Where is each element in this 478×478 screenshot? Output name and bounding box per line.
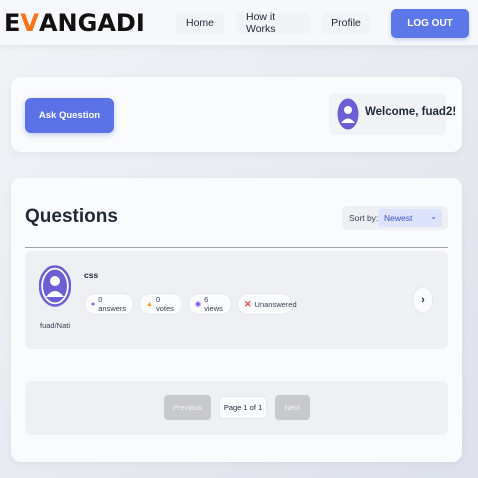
question-subject[interactable]: css (84, 270, 98, 280)
evangadi-logo[interactable]: E V ANGADI (4, 8, 145, 38)
previous-page-button[interactable]: Previous (164, 395, 211, 420)
eye-icon: ◉ (195, 301, 202, 308)
status-badge: ✕ Unanswered (237, 293, 297, 315)
logout-button[interactable]: LOG OUT (391, 9, 469, 38)
action-card: Ask Question Welcome, fuad2! (11, 77, 462, 152)
views-count: 6 views (204, 295, 223, 313)
page-indicator: Page 1 of 1 (219, 396, 267, 419)
ask-question-button[interactable]: Ask Question (25, 98, 114, 133)
next-page-button[interactable]: Next (275, 395, 310, 420)
divider (25, 247, 448, 248)
welcome-text: Welcome, fuad2! (365, 106, 457, 118)
open-question-button[interactable]: › (413, 287, 433, 313)
question-username: fuad/Nati (39, 321, 71, 330)
sort-label: Sort by: (349, 213, 379, 223)
chevron-right-icon: › (421, 294, 425, 306)
logo-prefix: E (4, 9, 21, 37)
chevron-down-icon: ⌄ (430, 212, 437, 221)
question-item[interactable]: fuad/Nati css ● 0 answers ▲ 0 votes ◉ 6 … (25, 251, 448, 349)
answers-count: 0 answers (98, 295, 127, 313)
user-avatar-icon (337, 98, 359, 130)
pagination: Previous Page 1 of 1 Next (25, 381, 448, 435)
questions-card: Questions Sort by: Newest ⌄ fuad/Nati cs… (11, 178, 462, 462)
welcome-box: Welcome, fuad2! (329, 93, 456, 135)
sort-control: Sort by: Newest ⌄ (342, 206, 448, 230)
thumbs-up-icon: ▲ (146, 300, 153, 308)
nav-home-link[interactable]: Home (176, 12, 224, 34)
status-text: Unanswered (254, 299, 297, 309)
votes-badge: ▲ 0 votes (139, 293, 183, 315)
logo-suffix: ANGADI (38, 9, 145, 37)
chat-bubble-icon: ● (91, 300, 96, 308)
votes-count: 0 votes (155, 295, 174, 313)
nav-how-it-works-link[interactable]: How it Works (236, 11, 310, 35)
sort-selected-value: Newest (384, 213, 413, 223)
x-icon: ✕ (244, 298, 252, 309)
nav-profile-link[interactable]: Profile (322, 12, 370, 34)
logo-v: V (20, 9, 39, 37)
views-badge: ◉ 6 views (188, 293, 232, 315)
top-navbar: E V ANGADI Home How it Works Profile LOG O… (0, 0, 478, 46)
sort-select[interactable]: Newest ⌄ (378, 209, 442, 227)
answers-badge: ● 0 answers (84, 293, 134, 315)
avatar-icon (39, 265, 71, 307)
questions-title: Questions (25, 206, 118, 227)
